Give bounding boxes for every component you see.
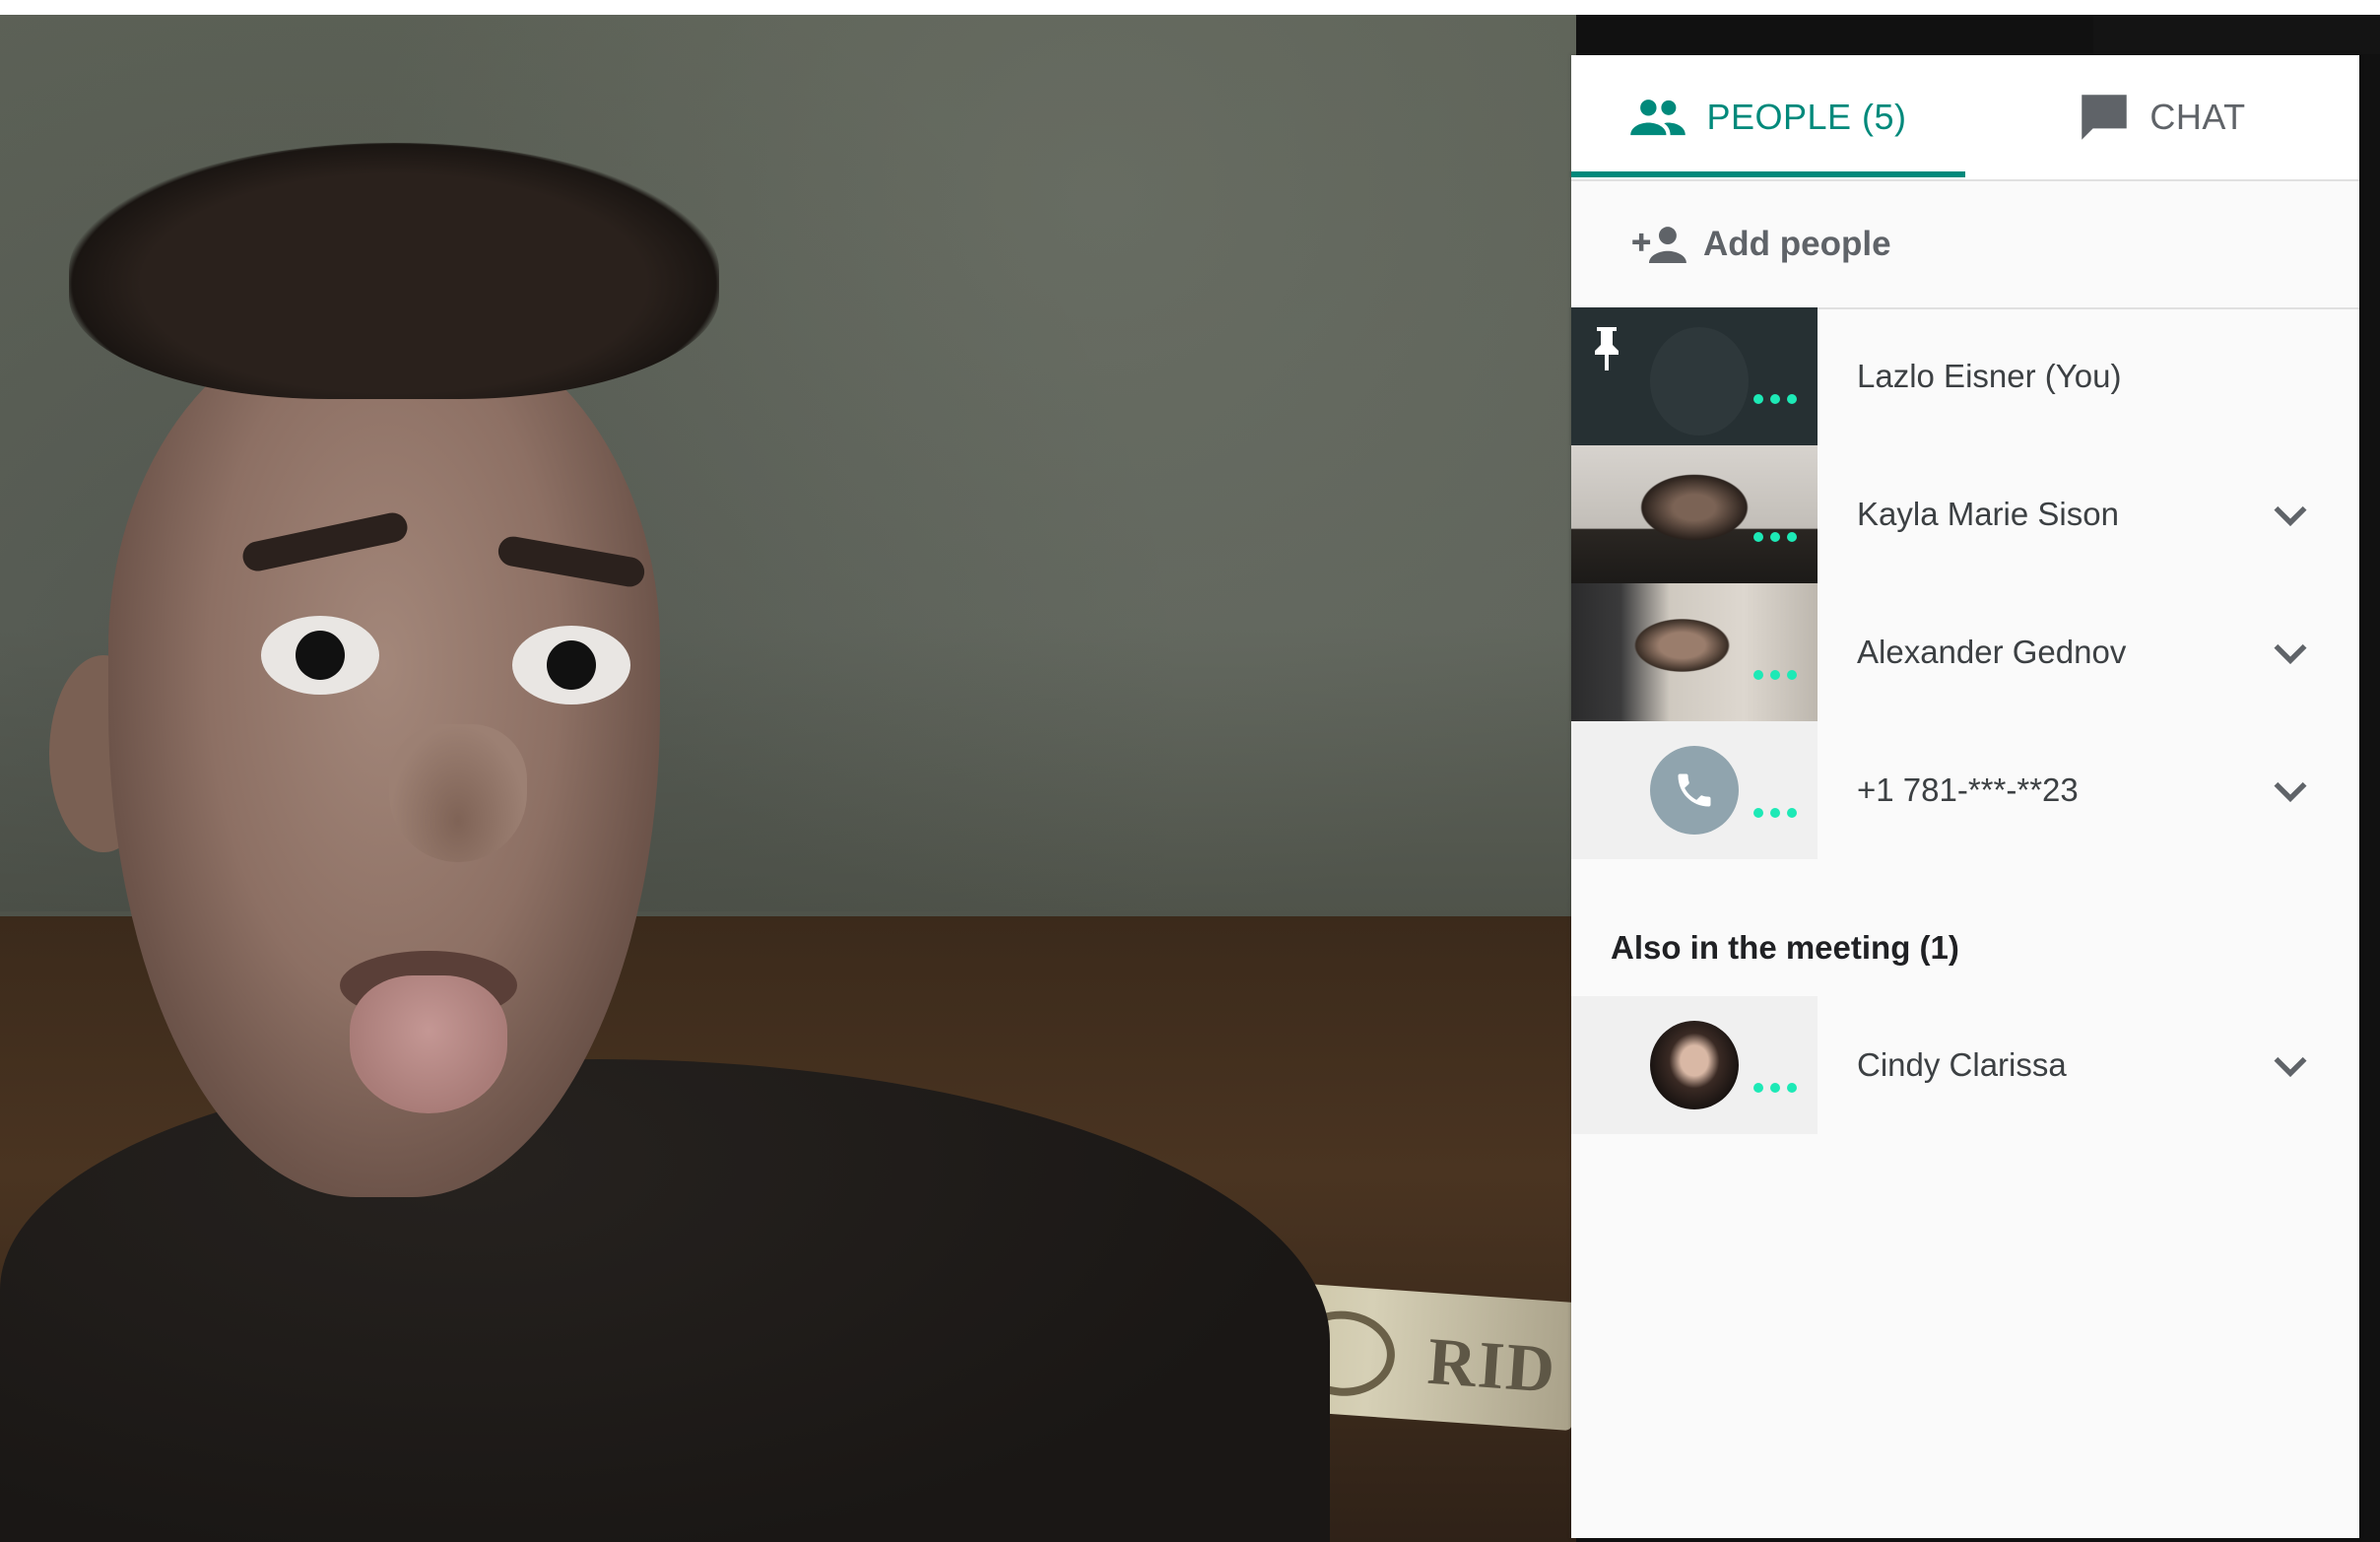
window-top-edge [0, 0, 2380, 15]
more-options-icon[interactable] [1753, 394, 1797, 406]
window-top-right-corner [2093, 15, 2380, 54]
video-person-nose [389, 724, 527, 862]
participant-name: +1 781-***-**23 [1857, 771, 2079, 808]
tab-people[interactable]: PEOPLE (5) [1571, 55, 1965, 179]
active-tab-indicator [1571, 171, 1965, 177]
more-options-icon[interactable] [1753, 670, 1797, 682]
people-panel: PEOPLE (5) CHAT Add people Lazlo Eisner … [1571, 55, 2359, 1538]
tab-chat[interactable]: CHAT [1965, 55, 2359, 179]
participant-thumbnail [1571, 307, 1818, 445]
people-icon [1629, 95, 1686, 140]
more-options-icon[interactable] [1753, 1083, 1797, 1095]
participant-row[interactable]: +1 781-***-**23 [1571, 721, 2359, 859]
participant-thumbnail [1571, 445, 1818, 583]
participant-thumbnail [1571, 583, 1818, 721]
participant-row[interactable]: Cindy Clarissa [1571, 996, 2359, 1134]
participant-row[interactable]: Kayla Marie Sison [1571, 445, 2359, 583]
add-people-button[interactable]: Add people [1571, 181, 2359, 309]
phone-icon [1678, 773, 1711, 807]
video-person-tongue [350, 975, 507, 1113]
participant-name: Cindy Clarissa [1857, 1046, 2067, 1083]
participant-name: Alexander Gednov [1857, 634, 2127, 670]
avatar [1650, 1021, 1739, 1109]
chevron-down-icon[interactable] [2266, 1040, 2315, 1090]
participant-row[interactable]: Lazlo Eisner (You) [1571, 307, 2359, 445]
video-person-hair [69, 143, 719, 399]
participant-name: Lazlo Eisner (You) [1857, 358, 2122, 394]
meeting-window: RID PEOPLE (5) CHAT Add people Lazlo Eis… [0, 0, 2380, 1542]
video-person-eye-left [261, 616, 379, 695]
pin-icon[interactable] [1591, 327, 1622, 370]
phone-avatar [1650, 746, 1739, 835]
chevron-down-icon[interactable] [2266, 628, 2315, 677]
participant-name: Kayla Marie Sison [1857, 496, 2119, 532]
main-video-feed[interactable]: RID [0, 15, 1576, 1542]
more-options-icon[interactable] [1753, 532, 1797, 544]
more-options-icon[interactable] [1753, 808, 1797, 820]
also-in-meeting-heading: Also in the meeting (1) [1611, 929, 1959, 966]
participant-thumbnail [1571, 721, 1818, 859]
thumbnail-silhouette [1650, 327, 1749, 436]
person-add-icon [1630, 223, 1687, 266]
video-person-eye-right [512, 626, 630, 704]
participant-thumbnail [1571, 996, 1818, 1134]
chevron-down-icon[interactable] [2266, 490, 2315, 539]
scarf-text: RID [1425, 1322, 1559, 1407]
add-people-label: Add people [1703, 225, 1891, 263]
panel-tabs: PEOPLE (5) CHAT [1571, 55, 2359, 181]
chevron-down-icon[interactable] [2266, 766, 2315, 815]
tab-chat-label: CHAT [2149, 97, 2246, 137]
tab-people-label: PEOPLE (5) [1706, 97, 1907, 137]
chat-icon [2079, 93, 2130, 142]
participant-row[interactable]: Alexander Gednov [1571, 583, 2359, 721]
